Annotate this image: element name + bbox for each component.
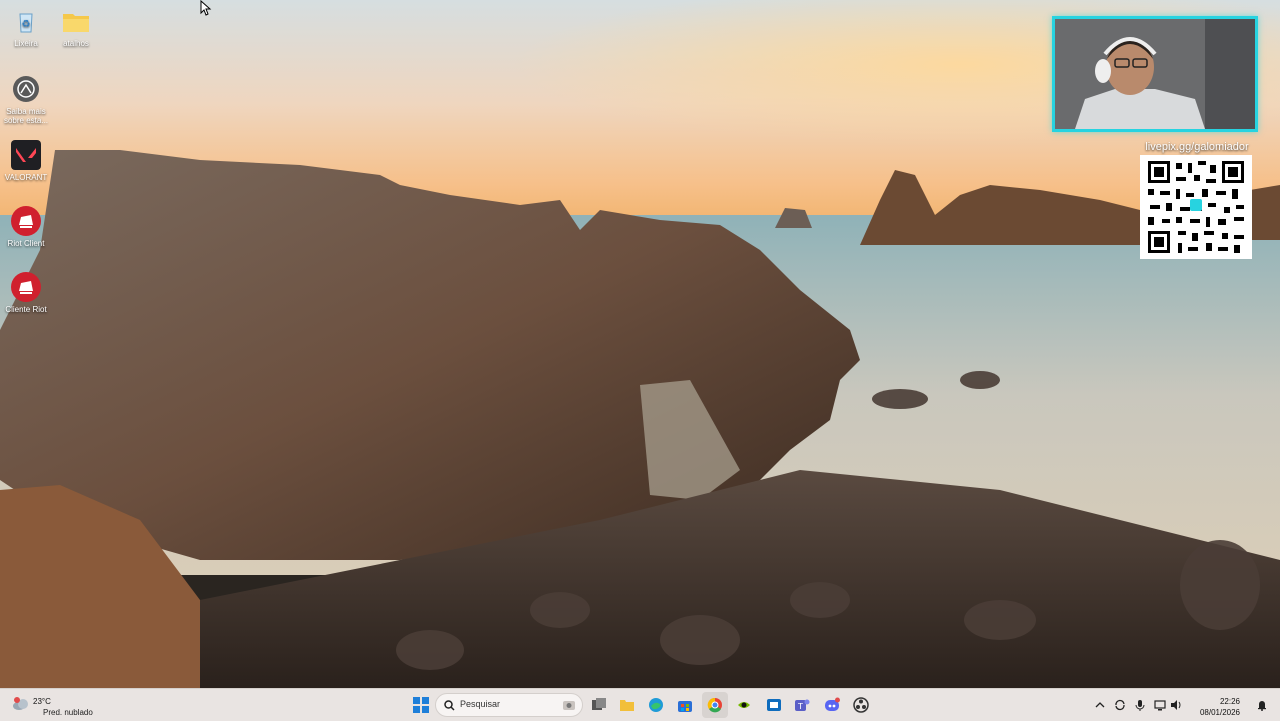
- discord-button[interactable]: [819, 692, 845, 718]
- obs-icon: [853, 697, 869, 713]
- desktop-icon-valorant[interactable]: VALORANT: [0, 140, 52, 182]
- task-view-icon: [592, 698, 606, 710]
- search-highlight-icon: [563, 701, 575, 710]
- notification-bell-icon[interactable]: [1256, 699, 1268, 711]
- start-icon: [413, 697, 429, 713]
- desktop-icon-label: Riot Client: [7, 239, 45, 248]
- desktop-icon-label: atalhos: [63, 39, 89, 48]
- desktop-icon-riot-client[interactable]: Riot Client: [0, 206, 52, 248]
- volume-icon[interactable]: [1170, 699, 1182, 711]
- riot-client-icon: [11, 272, 41, 302]
- clock-time: 22:26: [1219, 697, 1240, 706]
- weather-temperature: 23°C: [33, 697, 51, 706]
- desktop-icon-recycle-bin[interactable]: ♻ Lixeira: [0, 6, 52, 48]
- valorant-icon: [11, 140, 41, 170]
- chevron-up-icon[interactable]: [1094, 699, 1106, 711]
- svg-text:T: T: [797, 702, 803, 711]
- weather-widget[interactable]: 23°C Pred. nublado: [10, 692, 120, 718]
- store-button[interactable]: [672, 692, 698, 718]
- recycle-bin-icon: ♻: [11, 6, 41, 36]
- discord-icon: [825, 697, 840, 711]
- clock-date: 08/01/2026: [1199, 708, 1240, 717]
- chrome-button[interactable]: [702, 692, 728, 718]
- cloud-icon: [12, 697, 30, 711]
- qr-code: [1140, 155, 1252, 259]
- store-icon: [678, 701, 692, 712]
- microphone-icon[interactable]: [1134, 699, 1146, 711]
- search-label: Pesquisar: [460, 699, 501, 709]
- desktop-icon-label: VALORANT: [4, 173, 48, 182]
- teams-icon: T: [795, 699, 810, 711]
- weather-condition: Pred. nublado: [43, 708, 93, 717]
- webcam-person-image: [1055, 19, 1255, 129]
- obs-button[interactable]: [848, 692, 874, 718]
- desktop-icon-saiba-mais[interactable]: Saiba mais sobre esta...: [0, 74, 52, 125]
- taskbar-search[interactable]: Pesquisar: [435, 693, 583, 717]
- desktop-icon-label: Saiba mais sobre esta...: [3, 107, 49, 125]
- camera-info-icon: [11, 74, 41, 104]
- outlook-button[interactable]: [761, 692, 787, 718]
- outlook-icon: [767, 699, 781, 711]
- taskbar-clock[interactable]: 22:26 08/01/2026: [1200, 696, 1240, 718]
- search-icon: [444, 700, 455, 711]
- svg-text:♻: ♻: [22, 19, 31, 30]
- task-view-button[interactable]: [586, 692, 612, 718]
- edge-icon: [649, 698, 663, 712]
- start-button[interactable]: [408, 692, 434, 718]
- mouse-cursor-icon: [200, 0, 212, 16]
- riot-client-icon: [11, 206, 41, 236]
- desktop-icon-atalhos[interactable]: atalhos: [50, 6, 102, 48]
- nvidia-icon: [738, 702, 750, 708]
- nvidia-button[interactable]: [731, 692, 757, 718]
- teams-button[interactable]: T: [789, 692, 815, 718]
- chrome-icon: [707, 697, 722, 713]
- desktop-icon-label: Lixeira: [14, 39, 38, 48]
- taskbar: 23°C Pred. nublado Pesquisar T 22:26 08/…: [0, 688, 1280, 721]
- network-icon[interactable]: [1154, 699, 1166, 711]
- edge-button[interactable]: [643, 692, 669, 718]
- folder-icon: [61, 6, 91, 36]
- desktop-icon-cliente-riot[interactable]: Cliente Riot: [0, 272, 52, 314]
- webcam-overlay: [1052, 16, 1258, 132]
- desktop-icon-label: Cliente Riot: [5, 305, 47, 314]
- livepix-url: livepix.gg/galomiador: [1145, 141, 1249, 153]
- file-explorer-button[interactable]: [614, 692, 640, 718]
- sync-icon[interactable]: [1114, 699, 1126, 711]
- file-explorer-icon: [620, 700, 634, 711]
- system-tray: 22:26 08/01/2026: [1090, 692, 1270, 718]
